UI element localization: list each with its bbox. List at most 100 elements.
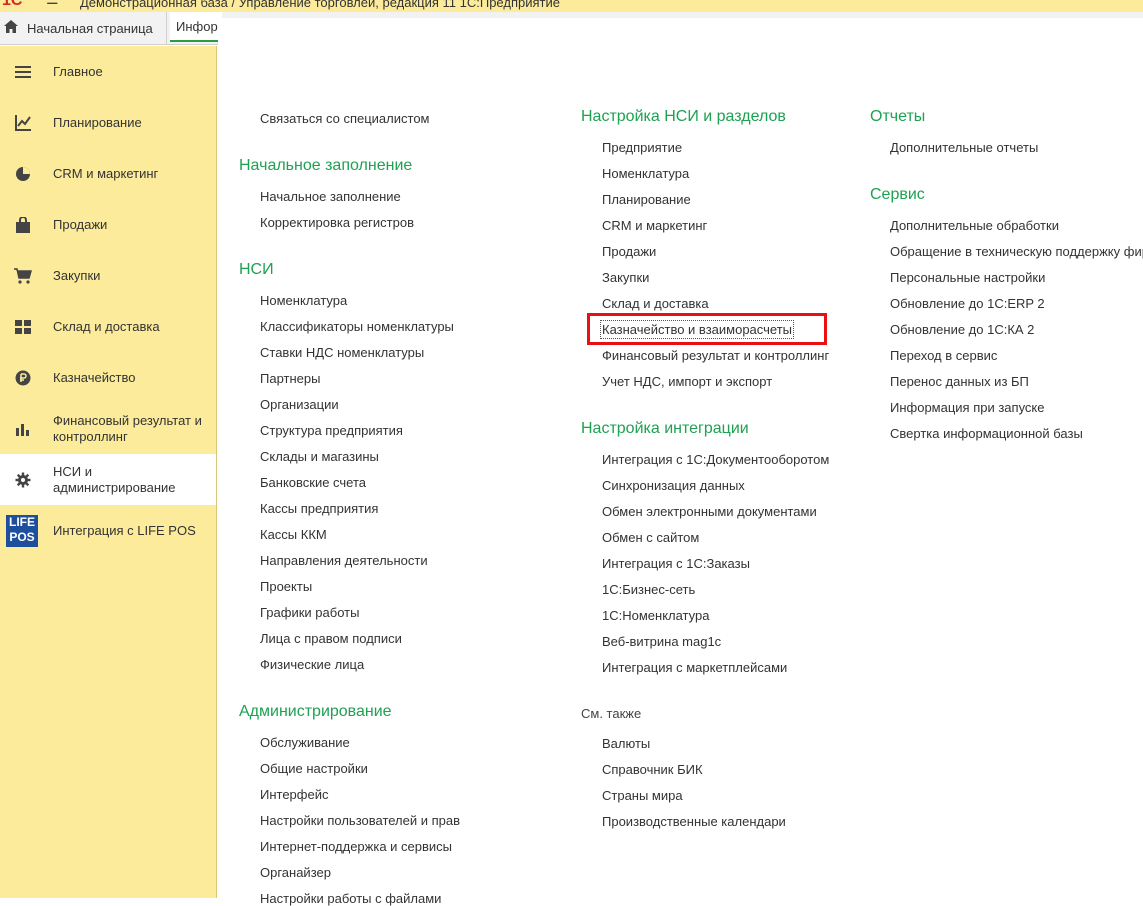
menu-icon — [14, 63, 32, 81]
link-personal-settings[interactable]: Персональные настройки — [890, 270, 1045, 285]
link-orders-integration[interactable]: Интеграция с 1С:Заказы — [602, 556, 750, 571]
sidebar-item-label: Интеграция с LIFE POS — [53, 522, 196, 538]
sidebar-item-label: Склад и доставка — [53, 318, 160, 334]
link-move-to-service[interactable]: Переход в сервис — [890, 348, 997, 363]
link-partners[interactable]: Партнеры — [260, 371, 320, 386]
tab-info-label: Инфор — [176, 18, 218, 34]
link-nomenclature[interactable]: Номенклатура — [260, 293, 347, 308]
home-icon — [4, 20, 18, 36]
link-site-exchange[interactable]: Обмен с сайтом — [602, 530, 699, 545]
sections-sidebar: Главное Планирование CRM и маркетинг Про… — [0, 46, 217, 898]
warehouse-icon — [14, 318, 32, 336]
link-settings-sales[interactable]: Продажи — [602, 244, 656, 259]
sidebar-item-label: Планирование — [53, 114, 142, 130]
sidebar-item-treasury[interactable]: Казначейство — [0, 352, 216, 403]
link-additional-reports[interactable]: Дополнительные отчеты — [890, 140, 1038, 155]
link-warehouses-stores[interactable]: Склады и магазины — [260, 449, 379, 464]
tab-home[interactable]: Начальная страница — [0, 12, 167, 44]
link-contact-specialist[interactable]: Связаться со специалистом — [260, 111, 430, 126]
link-upgrade-ka[interactable]: Обновление до 1С:КА 2 — [890, 322, 1034, 337]
link-organizations[interactable]: Организации — [260, 397, 339, 412]
sidebar-item-label: Главное — [53, 63, 103, 79]
link-organizer[interactable]: Органайзер — [260, 865, 331, 880]
link-docflow-integration[interactable]: Интеграция с 1С:Документооборотом — [602, 452, 829, 467]
sidebar-item-crm[interactable]: CRM и маркетинг — [0, 148, 216, 199]
planning-icon — [14, 114, 32, 132]
link-settings-warehouse[interactable]: Склад и доставка — [602, 296, 709, 311]
link-vat-rates[interactable]: Ставки НДС номенклатуры — [260, 345, 424, 360]
sidebar-item-label: Продажи — [53, 216, 108, 232]
lifepos-logo: LIFE POS — [6, 514, 38, 547]
sidebar-item-sales[interactable]: Продажи — [0, 199, 216, 250]
link-work-schedules[interactable]: Графики работы — [260, 605, 359, 620]
link-settings-nomenclature[interactable]: Номенклатура — [602, 166, 689, 181]
pie-chart-icon — [14, 165, 32, 183]
link-bik-directory[interactable]: Справочник БИК — [602, 762, 703, 777]
sidebar-item-label: CRM и маркетинг — [53, 165, 159, 181]
sidebar-item-warehouse[interactable]: Склад и доставка — [0, 301, 216, 352]
link-interface[interactable]: Интерфейс — [260, 787, 328, 802]
sidebar-item-label: НСИ и администрирование — [53, 463, 176, 495]
link-register-correction[interactable]: Корректировка регистров — [260, 215, 414, 230]
link-enterprise-structure[interactable]: Структура предприятия — [260, 423, 403, 438]
link-startup-info[interactable]: Информация при запуске — [890, 400, 1045, 415]
link-file-settings[interactable]: Настройки работы с файлами — [260, 891, 441, 906]
section-heading-admin: Администрирование — [239, 703, 392, 720]
section-heading-integration: Настройка интеграции — [581, 420, 749, 437]
sidebar-item-finance[interactable]: Финансовый результат и контроллинг — [0, 403, 216, 454]
cart-icon — [14, 267, 32, 285]
link-individuals[interactable]: Физические лица — [260, 657, 364, 672]
link-settings-crm[interactable]: CRM и маркетинг — [602, 218, 707, 233]
link-settings-enterprise[interactable]: Предприятие — [602, 140, 682, 155]
link-internet-support[interactable]: Интернет-поддержка и сервисы — [260, 839, 452, 854]
link-1c-nomenclature[interactable]: 1С:Номенклатура — [602, 608, 709, 623]
link-tech-support[interactable]: Обращение в техническую поддержку фирмы … — [890, 244, 1143, 259]
highlight-annotation-box — [587, 313, 827, 345]
link-nomenclature-classifiers[interactable]: Классификаторы номенклатуры — [260, 319, 454, 334]
link-settings-planning[interactable]: Планирование — [602, 192, 691, 207]
link-general-settings[interactable]: Общие настройки — [260, 761, 368, 776]
link-countries[interactable]: Страны мира — [602, 788, 683, 803]
gear-icon — [14, 471, 32, 489]
link-settings-finance[interactable]: Финансовый результат и контроллинг — [602, 348, 829, 363]
link-settings-purchases[interactable]: Закупки — [602, 270, 649, 285]
link-data-sync[interactable]: Синхронизация данных — [602, 478, 745, 493]
link-signatories[interactable]: Лица с правом подписи — [260, 631, 402, 646]
link-production-calendars[interactable]: Производственные календари — [602, 814, 786, 829]
link-marketplaces[interactable]: Интеграция с маркетплейсами — [602, 660, 787, 675]
see-also-label: См. также — [581, 706, 642, 721]
sidebar-item-main[interactable]: Главное — [0, 46, 216, 97]
sidebar-item-purchases[interactable]: Закупки — [0, 250, 216, 301]
sidebar-item-lifepos[interactable]: LIFE POS Интеграция с LIFE POS — [0, 505, 216, 556]
section-heading-initial-fill: Начальное заполнение — [239, 157, 413, 174]
link-web-showcase[interactable]: Веб-витрина mag1c — [602, 634, 721, 649]
link-currencies[interactable]: Валюты — [602, 736, 650, 751]
section-heading-nsi: НСИ — [239, 261, 274, 278]
sidebar-item-nsi-admin[interactable]: НСИ и администрирование — [0, 454, 216, 505]
section-heading-service: Сервис — [870, 186, 925, 203]
link-settings-vat[interactable]: Учет НДС, импорт и экспорт — [602, 374, 772, 389]
bar-chart-icon — [14, 420, 32, 438]
link-business-lines[interactable]: Направления деятельности — [260, 553, 428, 568]
window-title: Демонстрационная база / Управление торго… — [80, 0, 560, 10]
link-bank-accounts[interactable]: Банковские счета — [260, 475, 366, 490]
link-projects[interactable]: Проекты — [260, 579, 312, 594]
1c-logo: 1С — [2, 0, 23, 9]
link-edi[interactable]: Обмен электронными документами — [602, 504, 817, 519]
sidebar-item-planning[interactable]: Планирование — [0, 97, 216, 148]
link-upgrade-erp[interactable]: Обновление до 1С:ERP 2 — [890, 296, 1045, 311]
link-db-collapse[interactable]: Свертка информационной базы — [890, 426, 1083, 441]
link-additional-processing[interactable]: Дополнительные обработки — [890, 218, 1059, 233]
link-business-network[interactable]: 1С:Бизнес-сеть — [602, 582, 695, 597]
link-kkm[interactable]: Кассы ККМ — [260, 527, 327, 542]
link-transfer-from-bp[interactable]: Перенос данных из БП — [890, 374, 1029, 389]
shopping-bag-icon — [14, 216, 32, 234]
sidebar-item-label: Закупки — [53, 267, 101, 283]
tab-info[interactable]: Инфор — [170, 12, 222, 42]
link-users-rights[interactable]: Настройки пользователей и прав — [260, 813, 460, 828]
link-initial-fill[interactable]: Начальное заполнение — [260, 189, 401, 204]
link-cash-desks[interactable]: Кассы предприятия — [260, 501, 378, 516]
main-menu-icon[interactable]: ☰ — [46, 0, 59, 8]
tab-home-label: Начальная страница — [27, 20, 153, 36]
link-maintenance[interactable]: Обслуживание — [260, 735, 350, 750]
